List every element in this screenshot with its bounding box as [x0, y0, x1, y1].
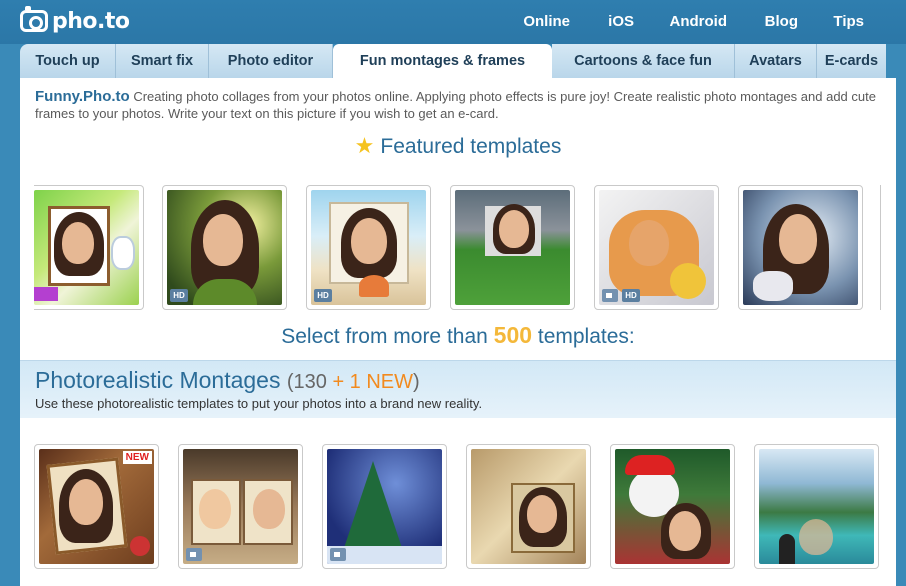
section-count: (130 + 1 NEW)	[287, 371, 420, 393]
featured-template[interactable]: HD	[306, 185, 431, 310]
top-bar: pho.to Online editor iOS Android Blog Ti…	[0, 0, 906, 74]
tab-touch-up[interactable]: Touch up	[20, 44, 116, 78]
video-icon	[186, 548, 202, 561]
select-heading: Select from more than 500 templates:	[20, 322, 896, 349]
new-badge: NEW	[122, 451, 152, 464]
featured-template[interactable]	[34, 185, 144, 310]
tab-cartoons[interactable]: Cartoons & face fun	[552, 44, 735, 78]
featured-heading: ★ Featured templates	[20, 133, 896, 159]
featured-title: Featured templates	[380, 135, 562, 158]
intro-description: Creating photo collages from your photos…	[35, 89, 876, 121]
featured-carousel: HD HD HD	[20, 185, 896, 312]
featured-template-edge	[880, 185, 883, 310]
section-header: Photorealistic Montages (130 + 1 NEW) Us…	[20, 360, 896, 418]
nav-android[interactable]: Android	[670, 0, 728, 44]
montage-template[interactable]: NEW	[34, 444, 159, 569]
hd-badge: HD	[622, 289, 640, 302]
hd-badge: HD	[170, 289, 188, 302]
section-title-row: Photorealistic Montages (130 + 1 NEW)	[35, 367, 420, 394]
category-tabs: Touch up Smart fix Photo editor Fun mont…	[20, 44, 906, 78]
featured-template[interactable]: HD	[594, 185, 719, 310]
nav-tips[interactable]: Tips	[833, 0, 864, 44]
featured-template[interactable]	[738, 185, 863, 310]
tab-fun-montages[interactable]: Fun montages & frames	[333, 44, 552, 78]
star-icon: ★	[354, 133, 375, 158]
count-total: (130	[286, 371, 327, 393]
intro-brand[interactable]: Funny.Pho.to	[35, 88, 130, 105]
montage-template[interactable]	[178, 444, 303, 569]
montage-template[interactable]	[466, 444, 591, 569]
main-panel: Funny.Pho.to Creating photo collages fro…	[20, 78, 896, 586]
nav-ios[interactable]: iOS	[608, 0, 634, 44]
logo-text: pho.to	[52, 8, 130, 34]
hd-badge: HD	[314, 289, 332, 302]
tab-e-cards[interactable]: E-cards	[817, 44, 886, 78]
section-title[interactable]: Photorealistic Montages	[35, 367, 280, 393]
count-close: )	[413, 371, 420, 393]
count-new: + 1 NEW	[326, 371, 414, 393]
video-icon	[330, 548, 346, 561]
tab-avatars[interactable]: Avatars	[735, 44, 817, 78]
camera-icon	[20, 6, 48, 32]
section-subtitle: Use these photorealistic templates to pu…	[35, 396, 483, 411]
tab-photo-editor[interactable]: Photo editor	[209, 44, 333, 78]
montage-template[interactable]	[322, 444, 447, 569]
montage-template[interactable]	[610, 444, 735, 569]
templates-count: 500	[493, 322, 533, 348]
intro-text: Funny.Pho.to Creating photo collages fro…	[35, 88, 895, 122]
featured-template[interactable]	[450, 185, 575, 310]
tab-smart-fix[interactable]: Smart fix	[116, 44, 209, 78]
logo[interactable]: pho.to	[20, 6, 130, 36]
select-suffix: templates:	[532, 325, 635, 348]
nav-blog[interactable]: Blog	[765, 0, 798, 44]
select-prefix: Select from more than	[281, 325, 494, 348]
featured-template[interactable]: HD	[162, 185, 287, 310]
montage-template[interactable]	[754, 444, 879, 569]
montage-grid: NEW	[20, 444, 896, 571]
video-icon	[602, 289, 618, 302]
